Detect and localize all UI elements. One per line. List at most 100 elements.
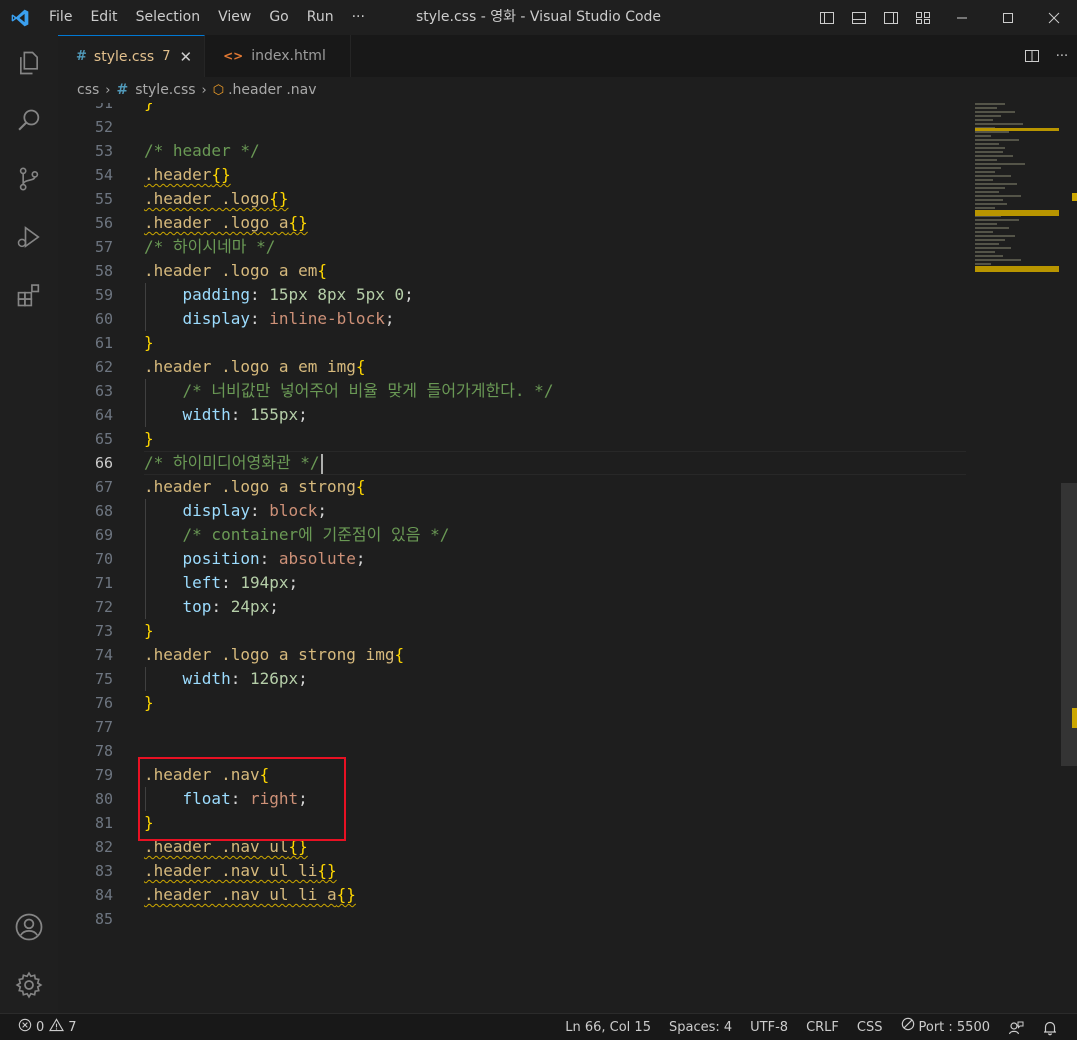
css-file-icon: # [116, 82, 129, 98]
warning-icon [49, 1018, 65, 1036]
code-line: padding: 15px 8px 5px 0; [182, 285, 414, 304]
code-line: top: 24px; [182, 597, 279, 616]
code-editor[interactable]: 51 52 53 54 55 56 57 58 59 60 61 62 63 64 65 66 67 68 69 7… [58, 103, 1077, 1013]
code-line: /* 하이미디어영화관 */ [144, 451, 323, 475]
status-bar: 0 7 Ln 66, Col 15 Spaces: 4 UTF-8 CRLF C… [0, 1013, 1077, 1040]
line-number: 63 [94, 382, 113, 400]
code-line: .header .logo{} [144, 189, 289, 208]
menu-more-icon[interactable]: ··· [343, 0, 374, 35]
search-icon[interactable] [0, 97, 58, 145]
line-number: 74 [94, 646, 113, 664]
minimap-line [975, 167, 1001, 169]
maximize-icon[interactable] [985, 0, 1031, 35]
line-number: 85 [94, 910, 113, 928]
menu-go[interactable]: Go [260, 0, 297, 35]
breadcrumb-symbol[interactable]: .header .nav [228, 82, 316, 98]
minimap-line [975, 115, 1001, 117]
minimap-line [975, 231, 993, 233]
live-server-status[interactable]: Port : 5500 [892, 1014, 1000, 1040]
minimap-line [975, 143, 999, 145]
minimap-warning-highlight [975, 266, 1059, 272]
cursor-position[interactable]: Ln 66, Col 15 [556, 1014, 660, 1040]
end-of-line[interactable]: CRLF [797, 1014, 848, 1040]
line-number: 60 [94, 310, 113, 328]
minimap-line [975, 183, 1017, 185]
line-number: 66 [94, 454, 113, 472]
minimap-line [975, 139, 1019, 141]
minimap-line [975, 219, 1019, 221]
menu-run[interactable]: Run [298, 0, 343, 35]
line-number: 53 [94, 142, 113, 160]
circle-slash-icon [901, 1014, 915, 1040]
explorer-icon[interactable] [0, 39, 58, 87]
problems-status[interactable]: 0 7 [0, 1014, 77, 1040]
minimap-line [975, 259, 1021, 261]
window-controls [811, 0, 1077, 35]
minimap-warning-highlight [975, 210, 1059, 216]
code-line: .header .logo a strong img{ [144, 645, 405, 664]
breadcrumb-file[interactable]: style.css [135, 82, 195, 98]
code-line: .header{} [144, 165, 231, 184]
accounts-icon[interactable] [0, 903, 58, 951]
code-line: /* header */ [144, 141, 260, 160]
minimap[interactable] [975, 103, 1059, 278]
source-control-icon[interactable] [0, 155, 58, 203]
line-number: 71 [94, 574, 113, 592]
minimap-line [975, 247, 1011, 249]
line-number: 58 [94, 262, 113, 280]
line-number: 83 [94, 862, 113, 880]
minimap-line [975, 235, 1015, 237]
code-line: .header .logo a em img{ [144, 357, 366, 376]
line-number: 61 [94, 334, 113, 352]
toggle-panel-icon[interactable] [843, 0, 875, 35]
customize-layout-icon[interactable] [907, 0, 939, 35]
line-number: 69 [94, 526, 113, 544]
line-number: 67 [94, 478, 113, 496]
split-editor-icon[interactable] [1017, 35, 1047, 77]
more-actions-icon[interactable]: ··· [1047, 35, 1077, 77]
minimap-line [975, 243, 999, 245]
run-debug-icon[interactable] [0, 213, 58, 261]
red-highlight-box [138, 757, 346, 841]
code-line: } [144, 693, 154, 712]
tab-style-css[interactable]: # style.css 7 ✕ [58, 35, 206, 77]
code-line: /* 너비값만 넣어주어 비율 맞게 들어가게한다. */ [182, 381, 554, 400]
menu-selection[interactable]: Selection [127, 0, 210, 35]
encoding[interactable]: UTF-8 [741, 1014, 797, 1040]
feedback-icon[interactable] [999, 1020, 1033, 1036]
code-line: display: block; [182, 501, 328, 520]
tab-index-html[interactable]: <> index.html [205, 35, 352, 77]
line-number: 52 [94, 118, 113, 136]
toggle-primary-sidebar-icon[interactable] [811, 0, 843, 35]
code-line: width: 126px; [182, 669, 308, 688]
menu-edit[interactable]: Edit [81, 0, 126, 35]
menu-view[interactable]: View [209, 0, 260, 35]
toggle-secondary-sidebar-icon[interactable] [875, 0, 907, 35]
notifications-bell-icon[interactable] [1033, 1020, 1067, 1036]
code-line: } [144, 621, 154, 640]
close-window-icon[interactable] [1031, 0, 1077, 35]
language-mode[interactable]: CSS [848, 1014, 892, 1040]
close-tab-icon[interactable]: ✕ [180, 48, 193, 66]
port-label: Port : 5500 [918, 1020, 991, 1035]
line-number: 55 [94, 190, 113, 208]
line-number: 64 [94, 406, 113, 424]
minimap-line [975, 203, 1007, 205]
activity-bar [0, 35, 58, 1013]
minimap-line [975, 255, 1003, 257]
settings-gear-icon[interactable] [0, 961, 58, 1009]
code-line: /* container에 기준점이 있음 */ [182, 525, 450, 544]
vertical-scrollbar[interactable] [1061, 103, 1077, 1013]
line-number: 65 [94, 430, 113, 448]
breadcrumb-folder[interactable]: css [77, 82, 99, 98]
code-line: } [144, 429, 154, 448]
line-number: 84 [94, 886, 113, 904]
code-line: position: absolute; [182, 549, 366, 568]
minimap-line [975, 111, 1015, 113]
indentation[interactable]: Spaces: 4 [660, 1014, 741, 1040]
minimap-line [975, 175, 1011, 177]
extensions-icon[interactable] [0, 271, 58, 319]
minimap-line [975, 159, 997, 161]
minimize-icon[interactable] [939, 0, 985, 35]
menu-file[interactable]: File [40, 0, 81, 35]
